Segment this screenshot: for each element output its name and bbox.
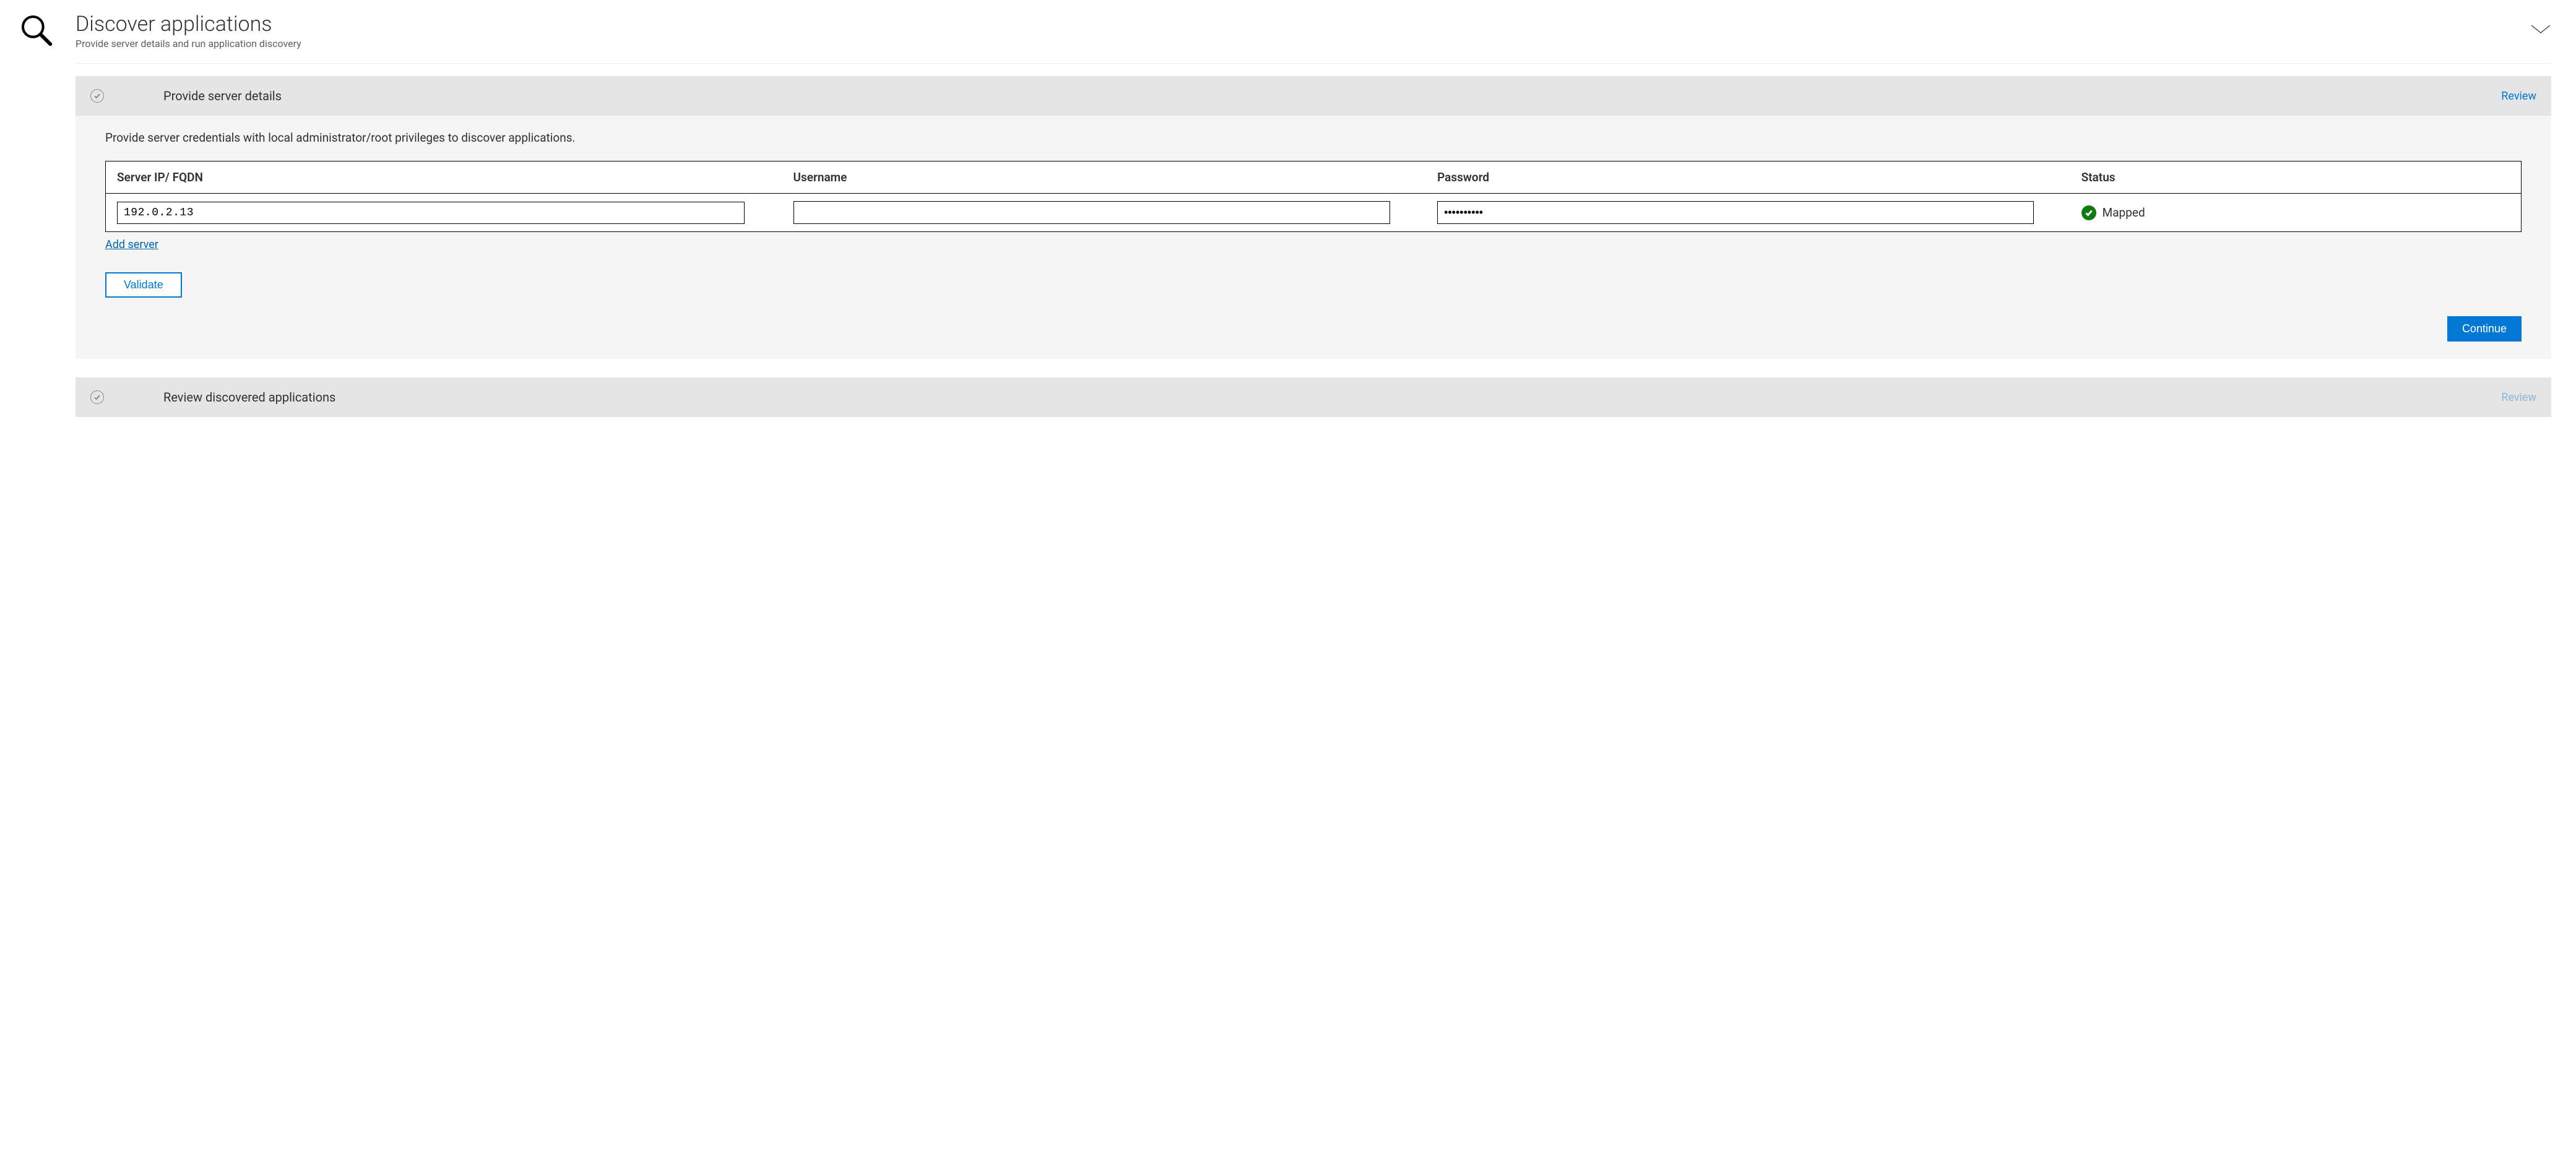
check-circle-icon <box>90 390 104 404</box>
col-header-ip: Server IP/ FQDN <box>106 161 782 193</box>
col-header-status: Status <box>2070 161 2521 193</box>
step-details-title: Provide server details <box>163 88 2501 103</box>
step-review-header: Review discovered applications Review <box>76 377 2551 417</box>
server-table: Server IP/ FQDN Username Password Status <box>105 161 2522 232</box>
instruction-text: Provide server credentials with local ad… <box>105 131 2522 145</box>
col-header-user: Username <box>782 161 1427 193</box>
status-label: Mapped <box>2103 205 2145 220</box>
collapse-chevron-icon[interactable] <box>2530 24 2551 37</box>
step-details-body: Provide server credentials with local ad… <box>76 116 2551 359</box>
col-header-pass: Password <box>1426 161 2070 193</box>
step-review-review-link[interactable]: Review <box>2501 391 2536 404</box>
username-input[interactable] <box>793 201 1390 224</box>
magnifier-icon <box>19 12 53 49</box>
continue-button[interactable]: Continue <box>2447 316 2522 342</box>
add-server-link[interactable]: Add server <box>105 238 158 251</box>
check-circle-icon <box>90 89 104 103</box>
server-row: Mapped <box>106 194 2521 231</box>
password-input[interactable] <box>1437 201 2034 224</box>
step-details-header: Provide server details Review <box>76 76 2551 116</box>
validate-button[interactable]: Validate <box>105 272 182 298</box>
page-title: Discover applications <box>76 12 2551 37</box>
step-review-title: Review discovered applications <box>163 390 2501 405</box>
header-divider <box>76 63 2551 64</box>
status-success-icon <box>2081 205 2096 220</box>
page-subtitle: Provide server details and run applicati… <box>76 38 2551 49</box>
server-ip-input[interactable] <box>117 202 745 224</box>
step-details-review-link[interactable]: Review <box>2501 90 2536 103</box>
